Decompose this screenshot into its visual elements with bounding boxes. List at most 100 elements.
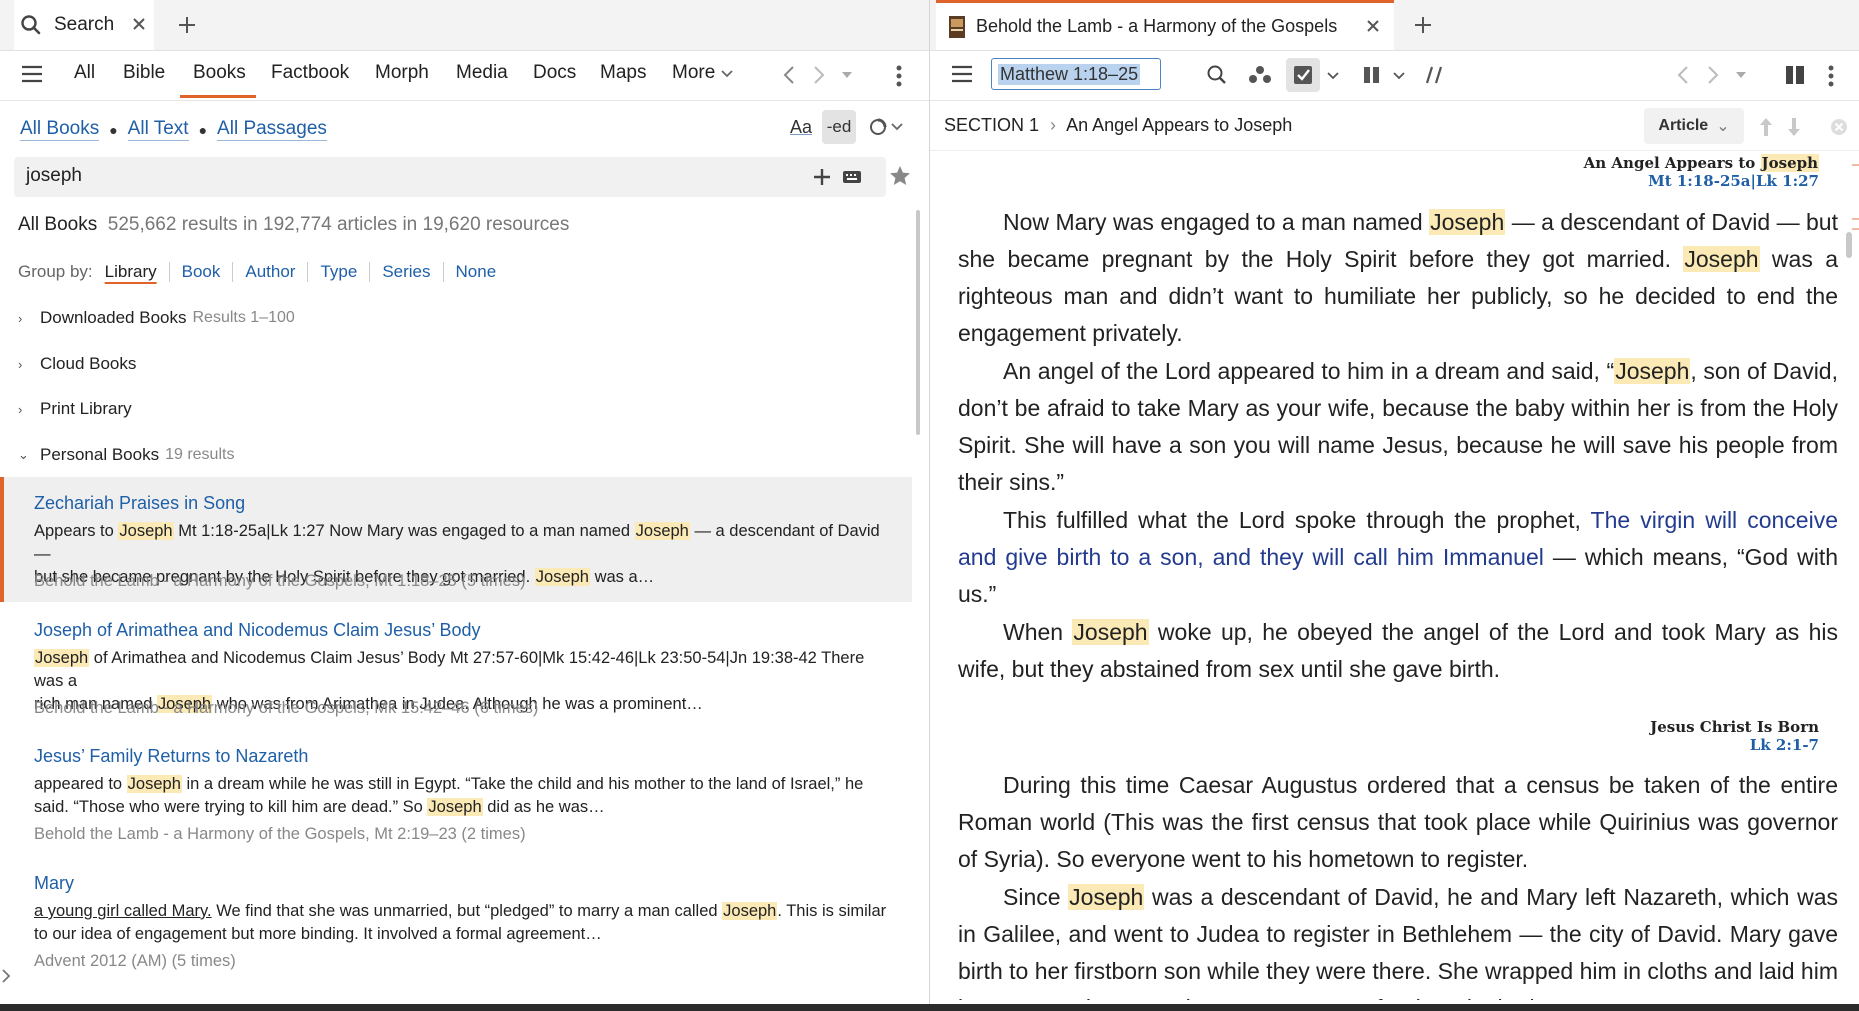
- book-tab[interactable]: Behold the Lamb - a Harmony of the Gospe…: [936, 0, 1394, 50]
- nav-more[interactable]: More: [672, 62, 715, 84]
- section-breadcrumb-row: SECTION 1 › An Angel Appears to Joseph A…: [930, 104, 1859, 151]
- search-input[interactable]: joseph: [26, 165, 82, 187]
- result-snippet: appeared to Joseph in a dream while he w…: [34, 775, 864, 816]
- nav-books[interactable]: Books: [193, 62, 246, 84]
- stemming-button[interactable]: -ed: [822, 110, 856, 144]
- close-tab-icon[interactable]: [130, 15, 148, 33]
- back-arrow-icon[interactable]: [780, 64, 798, 86]
- book-cover-icon: [948, 15, 966, 39]
- view-mode-dropdown[interactable]: Article ⌄: [1644, 108, 1744, 144]
- reader-panel: Behold the Lamb - a Harmony of the Gospe…: [930, 0, 1859, 1011]
- nav-docs[interactable]: Docs: [533, 62, 576, 84]
- chevron-right-icon: ›: [18, 310, 23, 326]
- parallel-resources-icon[interactable]: [1362, 64, 1382, 86]
- result-snippet: a young girl called Mary. We find that s…: [34, 902, 887, 943]
- visual-filter-button[interactable]: [1286, 58, 1320, 92]
- scrollbar-thumb[interactable]: [916, 210, 920, 435]
- paragraph: Now Mary was engaged to a man named Jose…: [958, 209, 1838, 346]
- group-cloud-books[interactable]: › Cloud Books: [18, 354, 136, 374]
- group-by-none[interactable]: None: [444, 262, 509, 282]
- group-by-library[interactable]: Library: [93, 262, 170, 282]
- group-print-library[interactable]: › Print Library: [18, 399, 132, 419]
- previous-section-icon[interactable]: [1758, 116, 1774, 138]
- nav-media[interactable]: Media: [456, 62, 508, 84]
- history-dropdown-icon[interactable]: [1734, 70, 1748, 80]
- result-title[interactable]: Joseph of Arimathea and Nicodemus Claim …: [34, 620, 481, 641]
- scope-all-text[interactable]: All Text: [127, 118, 189, 141]
- passage-reference-link[interactable]: Mt 1:18-25a|Lk 1:27: [1648, 172, 1819, 190]
- new-tab-icon[interactable]: [1412, 14, 1434, 36]
- new-tab-icon[interactable]: [176, 14, 198, 36]
- results-count: 525,662 results in 192,774 articles in 1…: [107, 214, 570, 235]
- chevron-right-icon: ›: [18, 401, 23, 417]
- sync-options-icon[interactable]: [868, 117, 904, 137]
- close-tab-icon[interactable]: [1364, 17, 1382, 35]
- add-term-icon[interactable]: [812, 167, 832, 187]
- chevron-down-icon[interactable]: [1326, 70, 1340, 82]
- group-by-series[interactable]: Series: [370, 262, 444, 282]
- menu-icon[interactable]: [950, 64, 974, 84]
- nav-morph[interactable]: Morph: [375, 62, 429, 84]
- passage-reference-link[interactable]: Lk 2:1-7: [1750, 736, 1819, 754]
- keyboard-icon[interactable]: [842, 169, 862, 185]
- hit-marker: [1852, 164, 1859, 166]
- search-panel: Search All Bible Books Factbook Morph Me…: [0, 0, 930, 1011]
- result-title[interactable]: Jesus’ Family Returns to Nazareth: [34, 746, 308, 767]
- group-name: Cloud Books: [40, 354, 137, 373]
- reference-input[interactable]: Matthew 1:18–25: [991, 58, 1161, 90]
- group-personal-books[interactable]: ⌄ Personal Books 19 results: [18, 445, 234, 465]
- result-item[interactable]: Zechariah Praises in Song Appears to Jos…: [0, 477, 912, 602]
- link-set-icon[interactable]: [1424, 64, 1446, 86]
- next-section-icon[interactable]: [1786, 116, 1802, 138]
- left-tab-bar: Search: [0, 0, 929, 51]
- chevron-right-icon: ›: [18, 356, 23, 372]
- search-icon[interactable]: [1206, 64, 1228, 86]
- nav-maps[interactable]: Maps: [600, 62, 646, 84]
- forward-arrow-icon[interactable]: [810, 64, 828, 86]
- result-title[interactable]: Zechariah Praises in Song: [34, 493, 245, 514]
- group-by-author[interactable]: Author: [233, 262, 309, 282]
- history-dropdown-icon[interactable]: [840, 70, 854, 80]
- section-number: SECTION 1: [944, 115, 1040, 135]
- nav-all[interactable]: All: [74, 62, 95, 84]
- scrollbar-thumb[interactable]: [1846, 232, 1852, 258]
- passage-heading: An Angel Appears to Joseph Mt 1:18-25a|L…: [1583, 154, 1819, 190]
- more-options-icon[interactable]: [896, 64, 902, 88]
- chevron-down-icon[interactable]: [720, 68, 734, 80]
- group-downloaded-books[interactable]: › Downloaded Books Results 1–100: [18, 308, 295, 328]
- book-tab-title: Behold the Lamb - a Harmony of the Gospe…: [976, 16, 1338, 36]
- back-arrow-icon[interactable]: [1674, 64, 1692, 86]
- scope-all-passages[interactable]: All Passages: [217, 118, 327, 141]
- group-count: Results 1–100: [192, 309, 295, 326]
- result-source: Behold the Lamb - a Harmony of the Gospe…: [34, 572, 526, 590]
- nav-bible[interactable]: Bible: [123, 62, 165, 84]
- result-item[interactable]: Mary a young girl called Mary. We find t…: [0, 858, 912, 983]
- match-case-button[interactable]: Aa: [790, 117, 812, 138]
- breadcrumb-chevron-icon: ›: [1050, 115, 1057, 135]
- group-by-book[interactable]: Book: [170, 262, 234, 282]
- breadcrumb[interactable]: SECTION 1 › An Angel Appears to Joseph: [944, 115, 1292, 136]
- star-icon[interactable]: [888, 164, 912, 188]
- passage-heading: Jesus Christ Is Born Lk 2:1-7: [1650, 718, 1819, 754]
- people-icon[interactable]: [1248, 64, 1272, 86]
- scope-all-books[interactable]: All Books: [20, 118, 100, 141]
- result-title[interactable]: Mary: [34, 873, 74, 894]
- more-options-icon[interactable]: [1828, 64, 1834, 88]
- search-tab[interactable]: Search: [14, 0, 154, 50]
- result-item[interactable]: Joseph of Arimathea and Nicodemus Claim …: [0, 605, 912, 730]
- close-panel-icon[interactable]: [1830, 118, 1848, 136]
- forward-arrow-icon[interactable]: [1704, 64, 1722, 86]
- view-mode-label: Article: [1658, 117, 1709, 134]
- chevron-down-icon: ⌄: [18, 447, 29, 462]
- expand-sidebar-icon[interactable]: [0, 966, 12, 986]
- search-icon: [20, 14, 42, 36]
- split-view-icon[interactable]: [1784, 64, 1806, 86]
- paragraph: During this time Caesar Augustus ordered…: [958, 772, 1838, 872]
- nav-factbook[interactable]: Factbook: [271, 62, 349, 84]
- search-toolbar: All Bible Books Factbook Morph Media Doc…: [0, 50, 929, 101]
- chevron-down-icon[interactable]: [1392, 70, 1406, 82]
- hit-marker: [1852, 228, 1859, 230]
- group-by-type[interactable]: Type: [308, 262, 371, 282]
- result-item[interactable]: Jesus’ Family Returns to Nazareth appear…: [0, 731, 912, 856]
- menu-icon[interactable]: [20, 64, 44, 84]
